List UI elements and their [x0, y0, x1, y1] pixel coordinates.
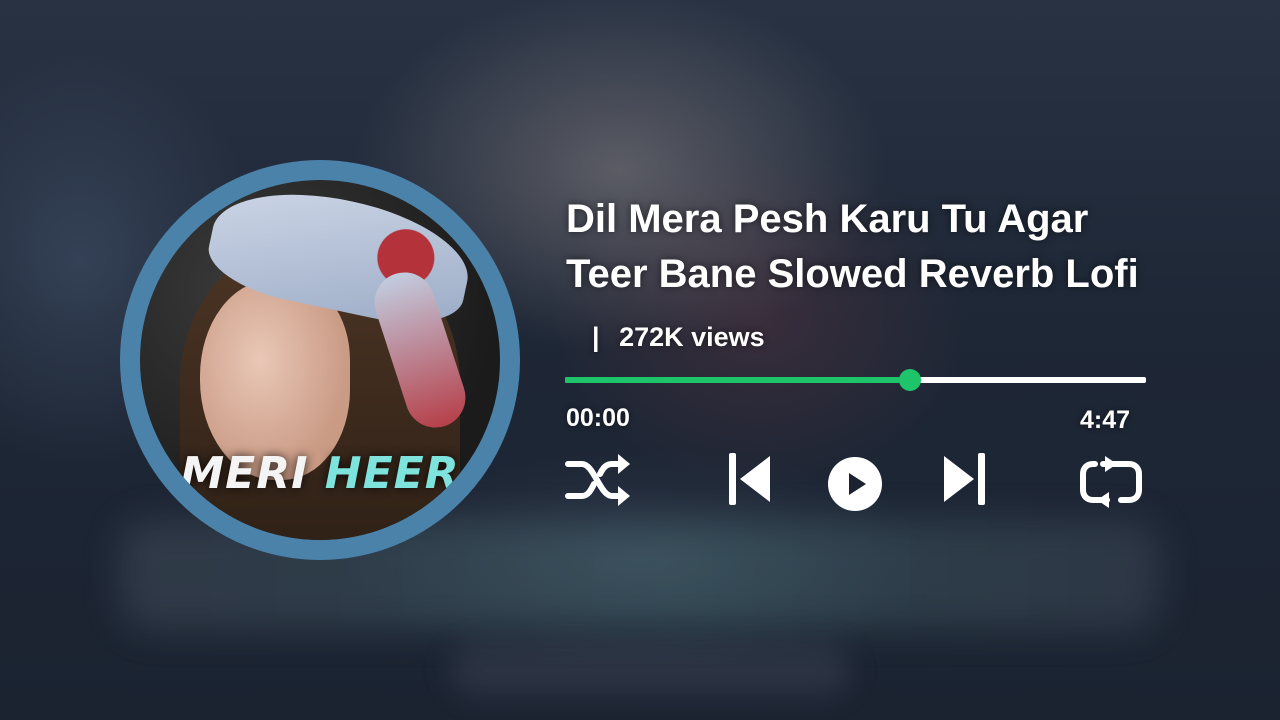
shuffle-icon: [565, 454, 630, 506]
view-count: 272K views: [619, 322, 765, 352]
previous-icon: [729, 453, 770, 505]
progress-bar[interactable]: [565, 369, 1146, 391]
previous-button[interactable]: [726, 450, 774, 508]
album-art-caption-word2: HEER: [324, 448, 460, 499]
repeat-icon: [1080, 456, 1142, 508]
play-button[interactable]: [827, 456, 883, 512]
progress-knob[interactable]: [898, 369, 921, 391]
album-art: MERI HEER: [140, 180, 500, 540]
current-time: 00:00: [566, 404, 630, 432]
album-art-caption: MERI HEER: [140, 448, 500, 499]
background-blurred-subcaption: [450, 645, 850, 695]
repeat-button[interactable]: [1077, 456, 1145, 510]
total-time: 4:47: [1080, 406, 1131, 434]
play-icon: [828, 457, 882, 511]
track-title: Dil Mera Pesh Karu Tu Agar Teer Bane Slo…: [566, 192, 1246, 302]
shuffle-button[interactable]: [564, 450, 632, 510]
track-title-line2: Teer Bane Slowed Reverb Lofi: [566, 252, 1139, 296]
track-title-line1: Dil Mera Pesh Karu Tu Agar: [566, 197, 1089, 241]
next-button[interactable]: [940, 450, 988, 508]
next-icon: [944, 453, 985, 505]
meta-separator: |: [592, 322, 600, 352]
album-art-ring: MERI HEER: [120, 160, 520, 560]
album-art-caption-word1: MERI: [180, 448, 309, 499]
track-meta: | 272K views: [592, 322, 765, 353]
progress-fill: [565, 377, 910, 383]
